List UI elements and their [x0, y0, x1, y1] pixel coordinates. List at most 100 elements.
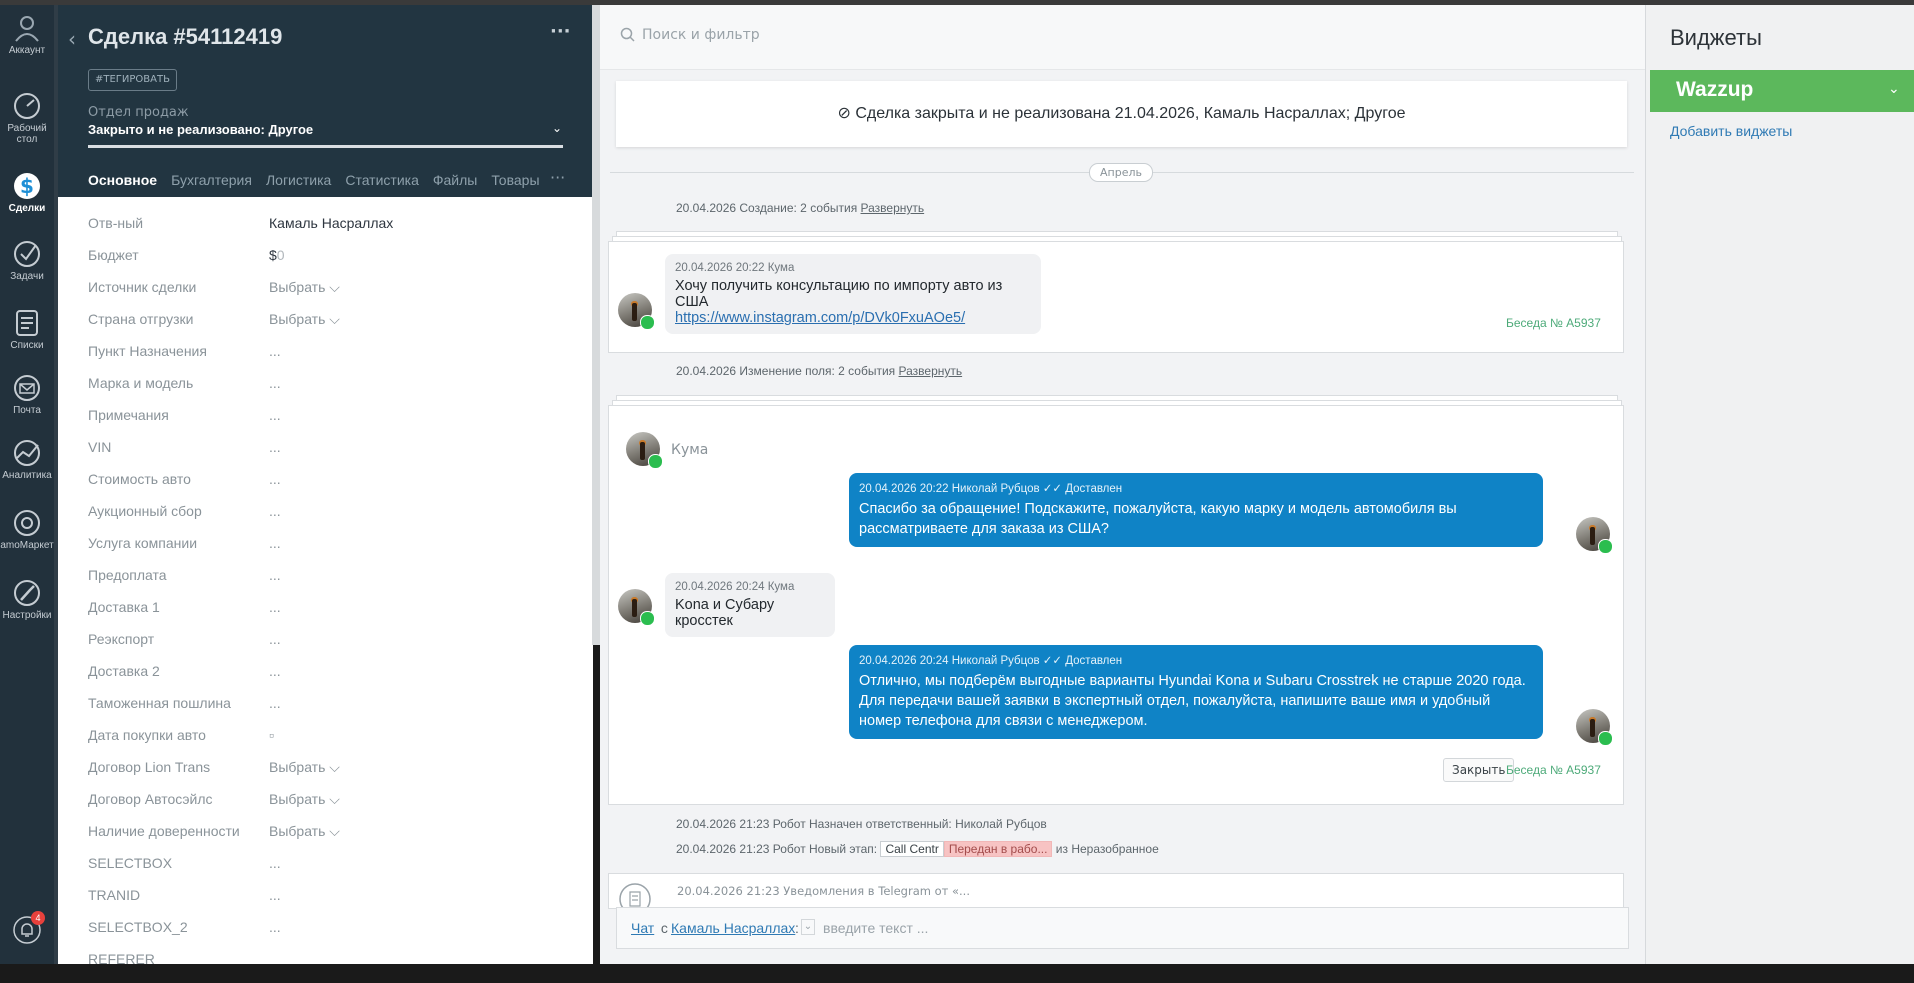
field-value[interactable]: ... — [269, 855, 281, 871]
deal-field[interactable]: Отв-ный Камаль Насраллах — [88, 215, 558, 247]
deal-scrollbar[interactable] — [592, 5, 600, 645]
expand-link[interactable]: Развернуть — [899, 364, 963, 378]
field-value[interactable]: ... — [269, 663, 281, 679]
deal-field[interactable]: REFERER — [88, 951, 558, 983]
chat-contact-name: Кума — [671, 442, 709, 458]
tag-button[interactable]: #ТЕГИРОВАТЬ — [88, 69, 177, 91]
field-value[interactable]: ▫ — [269, 727, 274, 743]
field-value[interactable]: ... — [269, 695, 281, 711]
message-text: Отлично, мы подберём выгодные варианты H… — [859, 673, 1526, 729]
deal-field[interactable]: Бюджет $0 — [88, 247, 558, 279]
add-widgets-link[interactable]: Добавить виджеты — [1670, 123, 1792, 139]
conversation-number[interactable]: Беседа № A5937 — [1506, 763, 1601, 777]
tab-files[interactable]: Файлы — [433, 172, 477, 194]
conversation-number[interactable]: Беседа № A5937 — [1506, 316, 1601, 330]
field-value[interactable]: Камаль Насраллах — [269, 215, 393, 231]
deal-field[interactable]: Пункт Назначения... — [88, 343, 558, 375]
nav-tasks[interactable]: Задачи — [0, 239, 54, 282]
nav-settings[interactable]: Настройки — [0, 578, 54, 621]
field-value[interactable]: ... — [269, 535, 281, 551]
field-value[interactable]: ... — [269, 567, 281, 583]
field-value-text: ... — [269, 695, 281, 711]
field-value[interactable]: ... — [269, 887, 281, 903]
deal-field[interactable]: Источник сделки Выбрать ⌵ — [88, 279, 558, 311]
nav-dashboard[interactable]: Рабочий стол — [0, 91, 54, 145]
nav-market[interactable]: amoМаркет — [0, 508, 54, 551]
feed-search[interactable]: Поиск и фильтр — [600, 5, 1645, 70]
tab-products[interactable]: Товары — [491, 172, 539, 194]
message-text: Спасибо за обращение! Подскажите, пожалу… — [859, 501, 1457, 537]
field-value[interactable]: Выбрать ⌵ — [269, 823, 340, 840]
deal-field[interactable]: SELECTBOX... — [88, 855, 558, 887]
wazzup-widget[interactable]: Wazzup ⌄ — [1650, 70, 1914, 112]
stage-to: Передан в рабо... — [943, 841, 1053, 857]
chat-contact-link[interactable]: Камаль Насраллах — [671, 920, 795, 936]
nav-deals[interactable]: $ Сделки — [0, 171, 54, 214]
chevron-down-icon[interactable]: ⌄ — [1888, 81, 1900, 97]
field-value[interactable]: ... — [269, 439, 281, 455]
deal-more-button[interactable]: ··· — [550, 21, 571, 42]
back-chevron-icon[interactable]: ‹ — [68, 27, 76, 51]
deal-field[interactable]: VIN... — [88, 439, 558, 471]
tab-logistics[interactable]: Логистика — [266, 172, 331, 194]
nav-analytics[interactable]: Аналитика — [0, 438, 54, 481]
message-text: Kona и Субару кросстек — [675, 597, 775, 629]
chat-input-placeholder[interactable]: введите текст ... — [823, 920, 928, 936]
deal-field[interactable]: TRANID... — [88, 887, 558, 919]
pipeline-status[interactable]: Закрыто и не реализовано: Другое — [88, 122, 313, 137]
expand-link[interactable]: Развернуть — [861, 201, 925, 215]
tab-accounting[interactable]: Бухгалтерия — [171, 172, 252, 194]
deal-field[interactable]: Наличие доверенности Выбрать ⌵ — [88, 823, 558, 855]
field-value[interactable]: Выбрать ⌵ — [269, 311, 340, 328]
field-value[interactable]: Выбрать ⌵ — [269, 759, 340, 776]
message-link[interactable]: https://www.instagram.com/p/DVk0FxuAOe5/ — [675, 310, 1031, 326]
tab-main[interactable]: Основное — [88, 172, 157, 194]
field-value[interactable]: ... — [269, 471, 281, 487]
tabs-more-button[interactable]: ··· — [550, 168, 565, 187]
field-value[interactable]: ... — [269, 407, 281, 423]
chevron-down-icon[interactable]: ⌄ — [552, 121, 562, 135]
field-value[interactable]: ... — [269, 631, 281, 647]
nav-account[interactable]: Аккаунт — [0, 13, 54, 56]
deal-field[interactable]: Предоплата... — [88, 567, 558, 599]
deal-field[interactable]: Марка и модель... — [88, 375, 558, 407]
deal-field[interactable]: Договор Lion Trans Выбрать ⌵ — [88, 759, 558, 791]
deal-field[interactable]: Дата покупки авто ▫ — [88, 727, 558, 759]
deal-field[interactable]: Доставка 2... — [88, 663, 558, 695]
field-value[interactable]: Выбрать ⌵ — [269, 791, 340, 808]
whatsapp-icon — [1598, 731, 1613, 746]
tab-statistics[interactable]: Статистика — [345, 172, 419, 194]
close-conversation-button[interactable]: Закрыть — [1443, 758, 1515, 782]
deal-field[interactable]: Договор Автосэйлс Выбрать ⌵ — [88, 791, 558, 823]
deal-title[interactable]: Сделка #54112419 — [88, 24, 282, 50]
account-icon — [15, 16, 39, 42]
deal-field[interactable]: Услуга компании... — [88, 535, 558, 567]
wazzup-name: Wazzup — [1676, 78, 1754, 101]
chat-card: Кума 20.04.2026 20:22 Николай Рубцов ✓✓ … — [608, 405, 1624, 805]
nav-notifications[interactable]: 4 — [0, 911, 54, 947]
field-value[interactable]: ... — [269, 599, 281, 615]
field-value[interactable]: ... — [269, 919, 281, 935]
deal-field[interactable]: Примечания... — [88, 407, 558, 439]
field-value[interactable]: ... — [269, 503, 281, 519]
field-label: Договор Lion Trans — [88, 759, 211, 775]
telegram-event-text: 20.04.2026 21:23 Уведомления в Telegram … — [677, 884, 970, 898]
chat-type-link[interactable]: Чат — [631, 920, 654, 936]
nav-lists[interactable]: Списки — [0, 308, 54, 351]
field-value[interactable]: $0 — [269, 247, 285, 263]
nav-mail[interactable]: Почта — [0, 373, 54, 416]
deal-field[interactable]: SELECTBOX_2... — [88, 919, 558, 951]
field-value[interactable]: ... — [269, 375, 281, 391]
deal-field[interactable]: Таможенная пошлина... — [88, 695, 558, 727]
deal-field[interactable]: Стоимость авто... — [88, 471, 558, 503]
field-value[interactable]: ... — [269, 343, 281, 359]
nav-label: Настройки — [2, 610, 52, 621]
chevron-down-icon[interactable]: ⌄ — [801, 919, 815, 935]
deal-field[interactable]: Аукционный сбор... — [88, 503, 558, 535]
field-value[interactable]: Выбрать ⌵ — [269, 279, 340, 296]
deal-field[interactable]: Страна отгрузки Выбрать ⌵ — [88, 311, 558, 343]
deal-field[interactable]: Реэкспорт... — [88, 631, 558, 663]
deal-closed-banner: ⊘ Сделка закрыта и не реализована 21.04.… — [616, 81, 1627, 147]
deal-field[interactable]: Доставка 1... — [88, 599, 558, 631]
deals-icon: $ — [14, 173, 40, 199]
